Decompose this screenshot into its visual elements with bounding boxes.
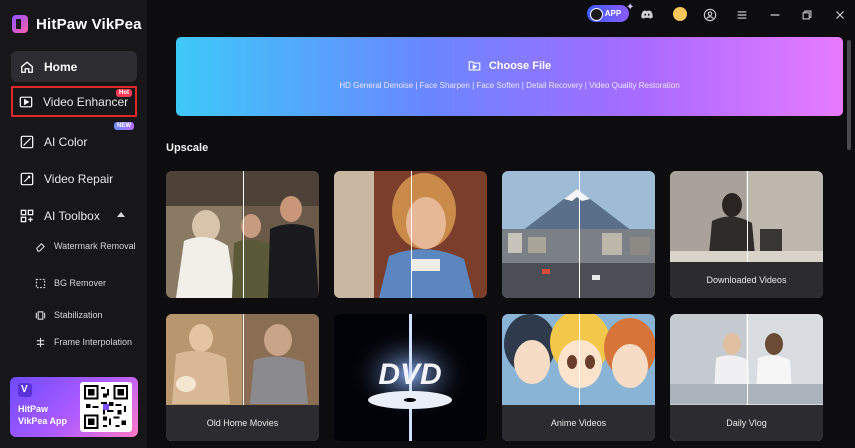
dvd-thumbnail: DVD [334,314,487,441]
ai-color-icon [20,135,34,149]
home-icon [20,60,34,74]
sidebar-item-ai-color[interactable]: AI Color NEW [11,122,137,157]
folder-play-icon [468,61,481,71]
toolbox-item-stabilization[interactable]: Stabilization [34,309,138,321]
choose-file-label: Choose File [488,59,552,72]
upscale-card-wedding[interactable] [166,171,319,298]
premium-crown-icon[interactable] [673,7,687,21]
toolbox-item-watermark-removal[interactable]: Watermark Removal [34,240,138,252]
card-label: Old Home Movies [166,405,319,441]
toolbox-item-label: Watermark Removal [54,240,136,251]
sidebar-item-label: Home [44,59,78,74]
stabilization-icon [34,309,46,321]
dvd-logo-text: DVD [378,358,441,391]
upscale-card-cityscape[interactable] [502,171,655,298]
app-logo-icon [12,15,28,33]
banner-features: HD General Denoise | Face Sharpen | Face… [339,81,680,90]
video-repair-icon [20,172,34,186]
upscale-card-dvd[interactable]: DVD [334,314,487,441]
toolbox-item-label: BG Remover [54,277,107,288]
minimize-icon[interactable] [766,6,784,24]
upscale-card-portrait[interactable] [334,171,487,298]
sidebar-item-video-repair[interactable]: Video Repair [11,163,137,194]
video-enhancer-icon [19,95,33,109]
toolbox-icon [20,209,34,223]
card-label: Daily Vlog [670,405,823,441]
vikpea-app-icon [18,383,32,397]
sidebar: HitPaw VikPea Home Video Enhancer Hot AI… [0,0,147,448]
card-label: Anime Videos [502,405,655,441]
upscale-card-anime-videos[interactable]: Anime Videos [502,314,655,441]
sidebar-item-home[interactable]: Home [11,51,137,82]
toolbox-item-bg-remover[interactable]: BG Remover [34,277,138,289]
sidebar-item-label: AI Color [44,134,88,149]
section-title-upscale: Upscale [166,142,209,154]
sidebar-item-label: Video Enhancer [43,94,129,109]
main-scrollbar[interactable] [847,40,851,150]
compare-divider[interactable] [410,171,412,298]
sidebar-item-video-enhancer[interactable]: Video Enhancer Hot [11,86,137,117]
restore-icon[interactable] [798,6,816,24]
upscale-card-old-home-movies[interactable]: Old Home Movies [166,314,319,441]
bg-remover-icon [34,277,46,289]
card-label: Downloaded Videos [670,262,823,298]
compare-divider[interactable] [242,171,244,298]
hot-badge: Hot [116,89,132,97]
compare-divider[interactable] [578,171,580,298]
upscale-card-downloaded-videos[interactable]: Downloaded Videos [670,171,823,298]
eraser-icon [34,240,46,252]
discord-icon[interactable] [638,6,656,24]
sparkle-icon: ✦ [626,2,635,13]
sidebar-item-ai-toolbox[interactable]: AI Toolbox [11,200,137,231]
frame-interpolation-icon [34,336,46,348]
app-download-button[interactable]: APP [587,5,629,22]
choose-file-dropzone[interactable]: Choose File HD General Denoise | Face Sh… [176,37,843,116]
toolbox-item-label: Stabilization [54,309,103,320]
sidebar-item-label: AI Toolbox [44,208,100,223]
brand: HitPaw VikPea [12,15,142,33]
app-badge-label: APP [604,9,622,18]
choose-file-button[interactable]: Choose File [176,59,843,72]
account-icon[interactable] [701,6,719,24]
toolbox-item-frame-interpolation[interactable]: Frame Interpolation [34,336,138,348]
upscale-card-daily-vlog[interactable]: Daily Vlog [670,314,823,441]
sidebar-item-label: Video Repair [44,171,114,186]
new-badge: NEW [114,122,134,130]
toolbox-item-label: Frame Interpolation [54,336,133,347]
app-name: HitPaw VikPea [36,15,142,33]
qr-code-icon [80,382,132,432]
promo-text: HitPaw VikPea App [18,404,68,426]
mobile-app-promo[interactable]: HitPaw VikPea App [10,377,138,437]
collapse-caret-icon[interactable] [117,212,125,217]
title-bar: APP ✦ [147,0,855,30]
menu-icon[interactable] [733,6,751,24]
close-icon[interactable] [831,6,849,24]
